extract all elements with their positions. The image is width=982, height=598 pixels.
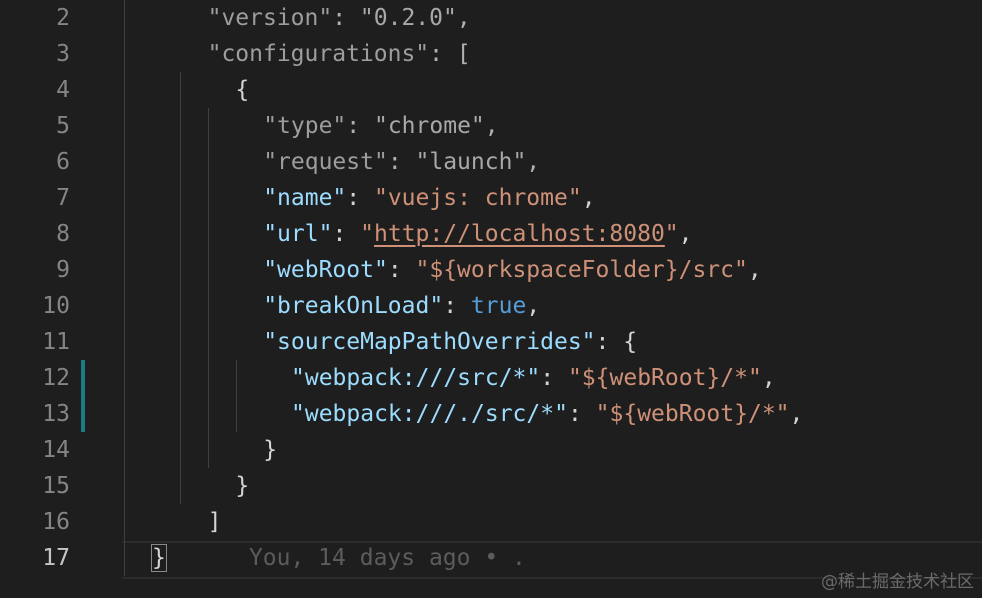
line-number: 2 xyxy=(56,5,70,31)
code-line[interactable]: 2 "version": "0.2.0", xyxy=(0,0,982,36)
line-number: 10 xyxy=(42,293,70,319)
line-number: 16 xyxy=(42,509,70,535)
code-line[interactable]: 13 "webpack:///./src/*": "${webRoot}/*", xyxy=(0,396,982,432)
code-text: "webpack:///src/*": "${webRoot}/*", xyxy=(291,360,776,396)
code-token: : xyxy=(346,185,374,211)
code-token: : xyxy=(387,257,416,283)
code-token: "${webRoot}/*" xyxy=(595,401,790,427)
code-token: , xyxy=(526,293,541,319)
code-text: "breakOnLoad": true, xyxy=(263,288,540,324)
code-token: : xyxy=(443,293,471,319)
code-token: , xyxy=(484,113,499,139)
line-number: 5 xyxy=(56,113,70,139)
line-number: 15 xyxy=(42,473,70,499)
code-line[interactable]: 16] xyxy=(0,504,982,540)
code-text: ] xyxy=(208,504,222,540)
code-line[interactable]: 6 "request": "launch", xyxy=(0,144,982,180)
code-line[interactable]: 3 "configurations": [ xyxy=(0,36,982,72)
code-token: "configurations" xyxy=(207,41,430,67)
line-number: 9 xyxy=(56,257,70,283)
line-number: 7 xyxy=(56,185,70,211)
code-token: : { xyxy=(595,329,638,355)
code-text: "name": "vuejs: chrome", xyxy=(263,180,595,216)
code-token: "breakOnLoad" xyxy=(263,293,444,319)
code-token: : [ xyxy=(429,41,471,67)
line-number: 8 xyxy=(56,221,70,247)
code-token: "webpack:///./src/*" xyxy=(291,401,568,427)
line-number: 6 xyxy=(56,149,70,175)
code-token: true xyxy=(470,293,527,319)
code-text: "configurations": [ xyxy=(208,36,471,72)
code-line[interactable]: 7 "name": "vuejs: chrome", xyxy=(0,180,982,216)
code-token: "request" xyxy=(263,149,388,175)
code-token: "webRoot" xyxy=(263,257,388,283)
code-token: { xyxy=(235,77,250,103)
code-token: "${webRoot}/*" xyxy=(567,365,762,391)
line-number: 4 xyxy=(56,77,70,103)
code-line[interactable]: 12 "webpack:///src/*": "${webRoot}/*", xyxy=(0,360,982,396)
watermark: @稀土掘金技术社区 xyxy=(821,572,974,592)
code-text: "request": "launch", xyxy=(263,144,540,180)
code-token: : xyxy=(567,401,596,427)
line-number: 14 xyxy=(42,437,70,463)
git-blame-annotation: You, 14 days ago • . xyxy=(165,545,526,571)
code-editor[interactable]: 2 "version": "0.2.0", 3 "configurations": [… xyxy=(0,0,982,598)
code-token: "version" xyxy=(207,5,333,31)
code-line[interactable]: 14} xyxy=(0,432,982,468)
code-token: , xyxy=(678,221,693,247)
code-text: "webRoot": "${workspaceFolder}/src", xyxy=(263,252,762,288)
line-number: 17 xyxy=(42,545,70,571)
line-number: 13 xyxy=(42,401,70,427)
code-line[interactable]: 8 "url": "http://localhost:8080", xyxy=(0,216,982,252)
code-text: { xyxy=(235,72,249,108)
code-token: "url" xyxy=(263,221,333,247)
code-token: ] xyxy=(207,509,222,535)
code-token: " xyxy=(360,221,374,247)
code-token: "vuejs: chrome" xyxy=(373,185,582,211)
code-line[interactable]: 10 "breakOnLoad": true, xyxy=(0,288,982,324)
code-text: } xyxy=(263,432,277,468)
code-text: "webpack:///./src/*": "${webRoot}/*", xyxy=(291,396,803,432)
code-token: "${workspaceFolder}/src" xyxy=(415,257,748,283)
code-token: "chrome" xyxy=(373,113,485,139)
code-token: , xyxy=(761,365,776,391)
code-token: , xyxy=(581,185,596,211)
code-token: : xyxy=(332,5,360,31)
code-token: "name" xyxy=(263,185,347,211)
code-token: "launch" xyxy=(415,149,527,175)
code-line[interactable]: 5 "type": "chrome", xyxy=(0,108,982,144)
code-text: } xyxy=(235,468,249,504)
code-token: : xyxy=(332,221,361,247)
code-token: , xyxy=(526,149,541,175)
code-text: "type": "chrome", xyxy=(263,108,498,144)
code-token: , xyxy=(747,257,762,283)
code-line[interactable]: 9 "webRoot": "${workspaceFolder}/src", xyxy=(0,252,982,288)
code-line[interactable]: 4{ xyxy=(0,72,982,108)
code-line[interactable]: 15} xyxy=(0,468,982,504)
code-token: "type" xyxy=(263,113,347,139)
code-text: "url": "http://localhost:8080", xyxy=(263,216,692,252)
line-number: 3 xyxy=(56,41,70,67)
code-token: , xyxy=(789,401,804,427)
code-text: "sourceMapPathOverrides": { xyxy=(263,324,637,360)
code-token: : xyxy=(346,113,374,139)
code-token: } xyxy=(235,473,250,499)
code-token: : xyxy=(387,149,416,175)
code-text: "version": "0.2.0", xyxy=(208,0,471,36)
line-number: 12 xyxy=(42,365,70,391)
code-token: "sourceMapPathOverrides" xyxy=(263,329,596,355)
code-token[interactable]: http://localhost:8080 xyxy=(374,221,665,247)
code-token: } xyxy=(263,437,278,463)
code-token: "0.2.0" xyxy=(359,5,457,31)
code-token: : xyxy=(540,365,568,391)
code-line[interactable]: 11 "sourceMapPathOverrides": { xyxy=(0,324,982,360)
code-token: } xyxy=(151,544,167,572)
code-token: "webpack:///src/*" xyxy=(291,365,541,391)
code-text: } You, 14 days ago • . xyxy=(151,540,526,576)
code-token: " xyxy=(664,221,679,247)
code-token: , xyxy=(456,5,471,31)
line-number: 11 xyxy=(42,329,70,355)
